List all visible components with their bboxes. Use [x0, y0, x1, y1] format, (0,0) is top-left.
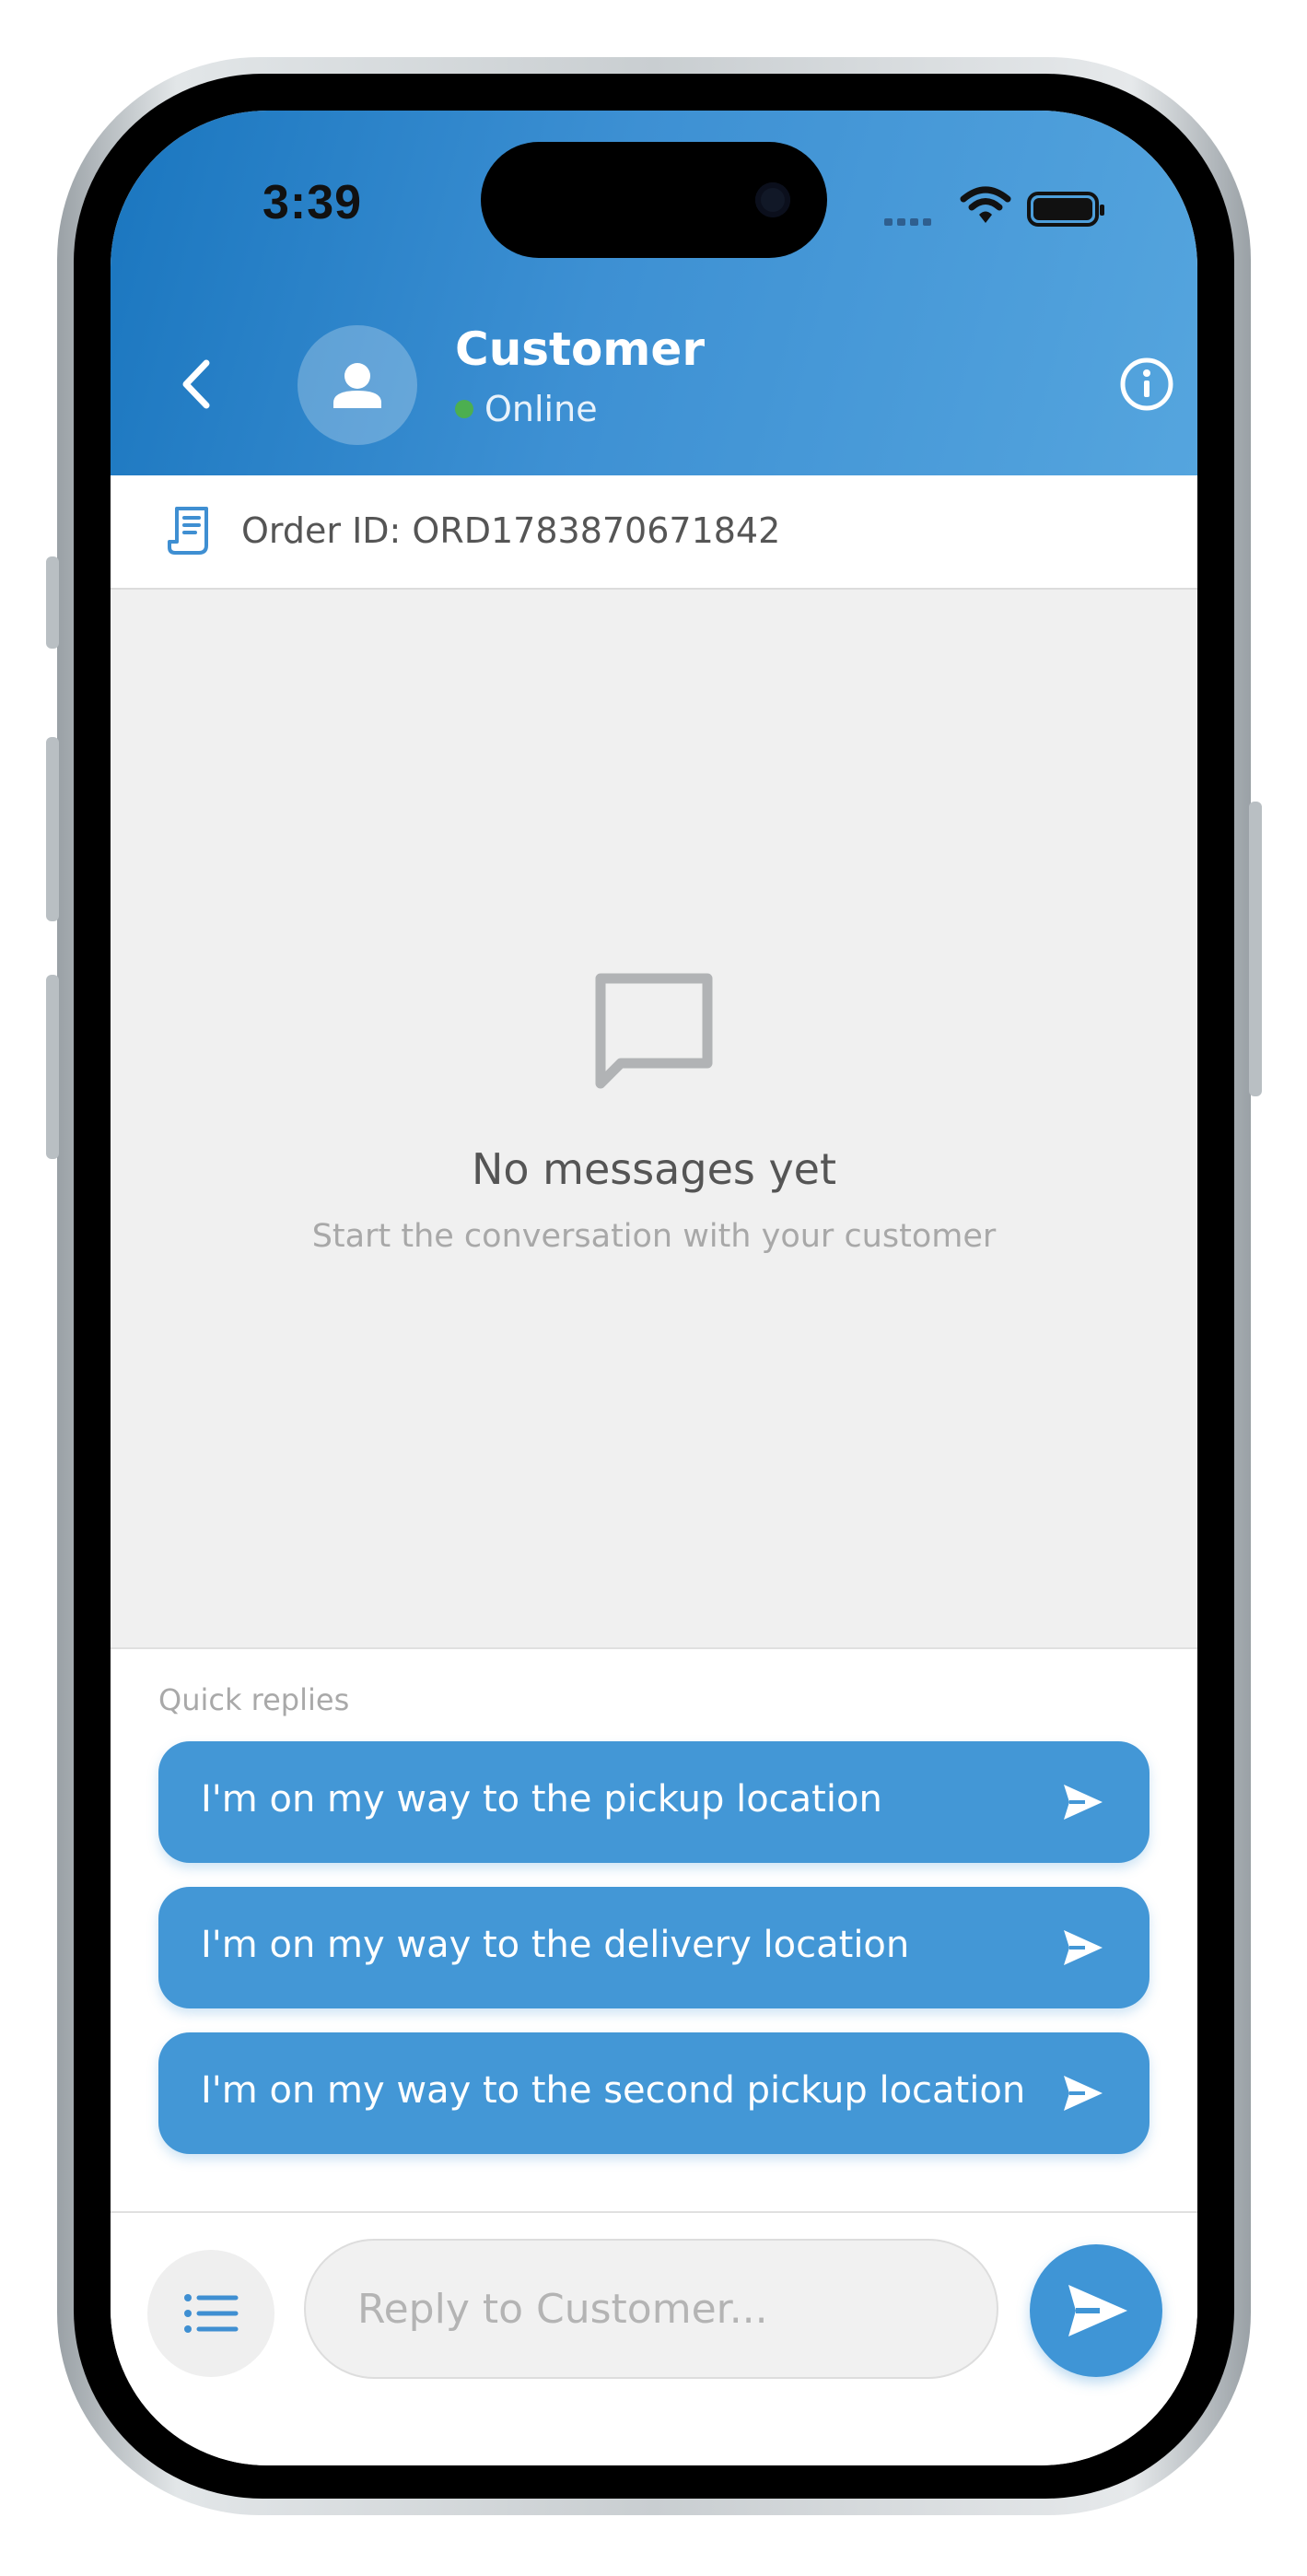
chat-header: 3:39 Customer Online	[111, 111, 1197, 475]
dynamic-island	[481, 142, 827, 258]
volume-up-button	[46, 737, 59, 921]
order-id-bar: Order ID: ORD1783870671842	[111, 475, 1197, 590]
quick-reply-button[interactable]: I'm on my way to the delivery location	[158, 1887, 1149, 2008]
person-icon	[333, 363, 381, 408]
wifi-icon	[960, 186, 1011, 223]
receipt-icon	[168, 507, 208, 555]
quick-replies-label: Quick replies	[158, 1682, 350, 1717]
quick-replies-toggle-button[interactable]	[147, 2250, 274, 2377]
app-screen: 3:39 Customer Online Order ID: ORD178387…	[111, 111, 1197, 2465]
camera-dot	[755, 182, 790, 217]
message-composer	[111, 2211, 1197, 2465]
info-icon	[1120, 357, 1173, 411]
avatar	[298, 325, 417, 445]
send-icon	[1064, 1930, 1103, 1965]
send-button[interactable]	[1030, 2244, 1162, 2377]
quick-reply-text: I'm on my way to the delivery location	[201, 1924, 910, 1966]
quick-reply-button[interactable]: I'm on my way to the second pickup locat…	[158, 2032, 1149, 2154]
cellular-signal-icon	[884, 212, 936, 229]
quick-replies-panel: Quick replies I'm on my way to the picku…	[111, 1647, 1197, 2211]
action-button	[46, 556, 59, 649]
online-status-label: Online	[484, 389, 598, 429]
quick-reply-text: I'm on my way to the second pickup locat…	[201, 2069, 1026, 2112]
quick-reply-text: I'm on my way to the pickup location	[201, 1778, 882, 1821]
quick-reply-button[interactable]: I'm on my way to the pickup location	[158, 1741, 1149, 1863]
order-id-label: Order ID: ORD1783870671842	[241, 510, 781, 551]
reply-input[interactable]	[304, 2239, 998, 2379]
volume-down-button	[46, 975, 59, 1159]
contact-name: Customer	[455, 322, 705, 376]
empty-state-title: No messages yet	[471, 1144, 837, 1194]
online-dot	[455, 399, 473, 418]
info-button[interactable]	[1118, 356, 1175, 413]
back-button[interactable]	[166, 352, 230, 416]
power-button	[1249, 802, 1262, 1096]
send-icon	[1064, 1785, 1103, 1820]
online-status: Online	[455, 389, 598, 429]
chat-bubble-icon	[595, 973, 713, 1089]
send-icon	[1064, 2076, 1103, 2111]
chevron-left-icon	[182, 359, 210, 409]
list-icon	[184, 2294, 239, 2333]
send-icon	[1068, 2285, 1127, 2336]
battery-icon	[1027, 192, 1104, 227]
empty-state-subtitle: Start the conversation with your custome…	[311, 1218, 997, 1255]
status-time: 3:39	[263, 176, 363, 229]
